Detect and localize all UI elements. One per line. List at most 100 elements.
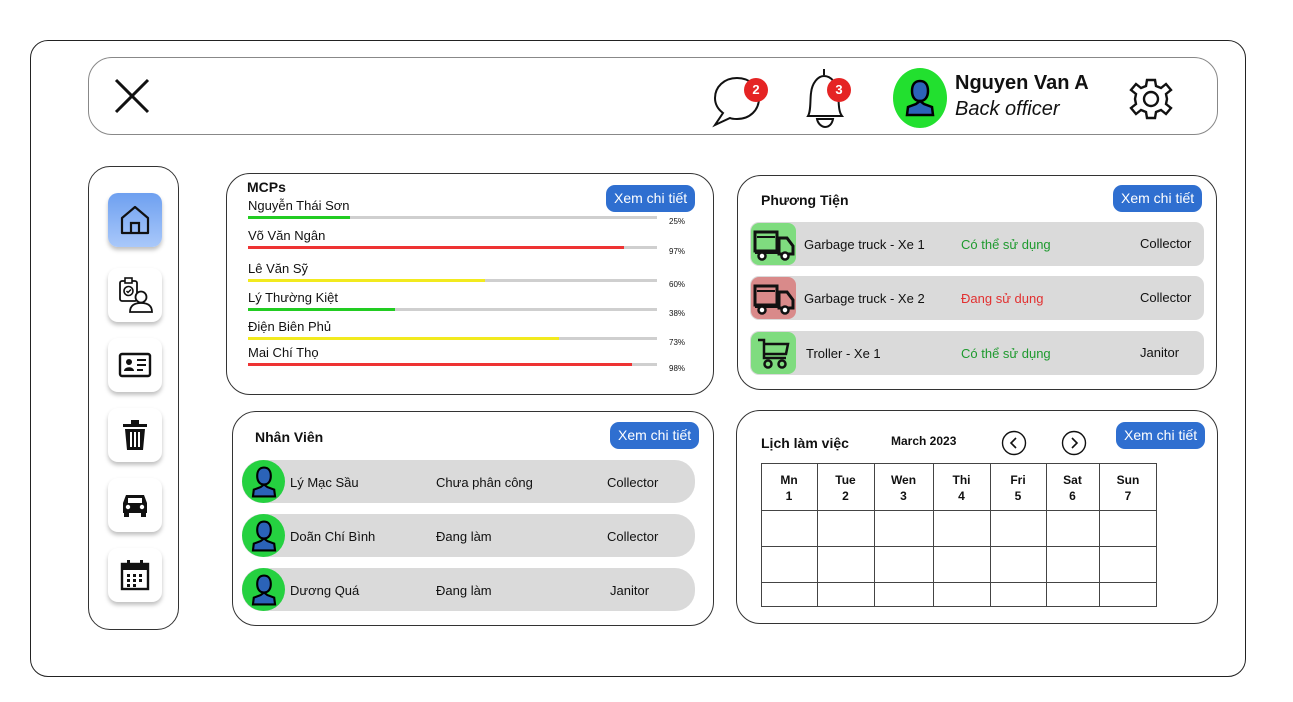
sidebar-item-task-assign[interactable] bbox=[108, 268, 162, 322]
mcp-progress-fill bbox=[248, 216, 351, 219]
mcp-percent: 73% bbox=[669, 338, 686, 347]
employee-avatar bbox=[242, 568, 285, 611]
schedule-detail-button[interactable]: Xem chi tiết bbox=[1116, 422, 1206, 449]
calendar-cell[interactable] bbox=[762, 583, 816, 606]
notifications-badge: 3 bbox=[827, 78, 851, 102]
calendar-cell[interactable] bbox=[934, 547, 989, 581]
mcp-name: Lý Thường Kiệt bbox=[248, 290, 338, 305]
sidebar-item-home[interactable] bbox=[108, 193, 162, 247]
calendar-cell[interactable] bbox=[1100, 583, 1156, 606]
calendar-icon bbox=[120, 560, 150, 591]
mcp-progress-track bbox=[248, 216, 657, 219]
calendar-cell[interactable] bbox=[818, 583, 873, 606]
vehicle-status: Có thể sử dụng bbox=[961, 237, 1051, 252]
mcp-progress-fill bbox=[248, 363, 633, 366]
vehicle-icon-box bbox=[751, 332, 796, 374]
calendar-cell[interactable] bbox=[762, 511, 816, 545]
calendar-cell[interactable] bbox=[934, 583, 989, 606]
user-icon bbox=[905, 79, 935, 117]
notifications-button[interactable]: 3 bbox=[798, 66, 854, 130]
sidebar-item-vehicles[interactable] bbox=[108, 478, 162, 532]
prev-month-button[interactable] bbox=[1001, 430, 1027, 456]
sidebar-item-employees[interactable] bbox=[108, 338, 162, 392]
mcp-percent: 98% bbox=[669, 364, 686, 373]
day-name: Sun bbox=[1116, 473, 1140, 487]
clipboard-user-icon bbox=[119, 277, 153, 313]
day-number: 6 bbox=[1069, 489, 1076, 503]
day-name: Thi bbox=[952, 473, 971, 487]
calendar-cell[interactable] bbox=[875, 547, 932, 581]
employee-name: Doãn Chí Bình bbox=[290, 529, 376, 544]
calendar-cell[interactable] bbox=[818, 547, 873, 581]
trash-icon bbox=[123, 420, 147, 450]
sidebar-item-trash[interactable] bbox=[108, 408, 162, 462]
calendar-day-header: Sat 6 bbox=[1046, 472, 1099, 504]
vehicle-name: Troller - Xe 1 bbox=[806, 346, 881, 361]
messages-button[interactable]: 2 bbox=[710, 72, 770, 128]
mcp-progress-track bbox=[248, 363, 657, 366]
employee-name: Dương Quá bbox=[290, 583, 360, 598]
calendar-cell[interactable] bbox=[1047, 511, 1098, 545]
user-icon bbox=[250, 573, 278, 607]
mcps-detail-button[interactable]: Xem chi tiết bbox=[606, 185, 696, 212]
mcp-progress-track bbox=[248, 337, 657, 340]
cart-icon bbox=[756, 336, 792, 370]
employees-detail-button[interactable]: Xem chi tiết bbox=[610, 422, 700, 449]
calendar-cell[interactable] bbox=[1047, 547, 1098, 581]
calendar-day-header: Mn 1 bbox=[761, 472, 817, 504]
vehicle-name: Garbage truck - Xe 2 bbox=[804, 291, 925, 306]
calendar-cell[interactable] bbox=[991, 583, 1045, 606]
day-number: 3 bbox=[900, 489, 907, 503]
truck-icon bbox=[753, 227, 795, 261]
sidebar-item-calendar[interactable] bbox=[108, 548, 162, 602]
calendar-day-header: Sun 7 bbox=[1099, 472, 1157, 504]
schedule-month: March 2023 bbox=[891, 434, 957, 448]
calendar-cell[interactable] bbox=[991, 511, 1045, 545]
vehicle-role: Collector bbox=[1140, 290, 1192, 305]
car-icon bbox=[123, 495, 147, 517]
sidebar bbox=[88, 166, 179, 630]
calendar-cell[interactable] bbox=[934, 511, 989, 545]
day-name: Mn bbox=[780, 473, 798, 487]
messages-badge: 2 bbox=[744, 78, 768, 102]
day-number: 7 bbox=[1124, 489, 1132, 503]
day-number: 1 bbox=[785, 489, 793, 503]
calendar-cell[interactable] bbox=[875, 583, 932, 606]
employee-status: Chưa phân công bbox=[436, 475, 533, 490]
chevron-right-icon bbox=[1061, 430, 1087, 456]
mcp-name: Lê Văn Sỹ bbox=[248, 261, 308, 276]
day-name: Sat bbox=[1063, 473, 1082, 487]
vehicles-detail-button[interactable]: Xem chi tiết bbox=[1113, 185, 1203, 212]
mcp-percent: 60% bbox=[669, 280, 686, 289]
employee-status: Đang làm bbox=[436, 583, 492, 598]
user-name: Nguyen Van A bbox=[955, 72, 1089, 94]
day-number: 4 bbox=[958, 489, 965, 503]
next-month-button[interactable] bbox=[1061, 430, 1087, 456]
vehicle-role: Collector bbox=[1140, 236, 1192, 251]
calendar-cell[interactable] bbox=[875, 511, 932, 545]
day-number: 5 bbox=[1014, 489, 1022, 503]
settings-icon[interactable] bbox=[1128, 76, 1174, 122]
id-card-icon bbox=[118, 352, 152, 378]
calendar-cell[interactable] bbox=[1047, 583, 1098, 606]
calendar-day-header: Wen 3 bbox=[874, 472, 933, 504]
mcp-progress-fill bbox=[248, 279, 486, 282]
mcp-percent: 25% bbox=[669, 217, 686, 226]
calendar-cell[interactable] bbox=[1100, 547, 1156, 581]
calendar-cell[interactable] bbox=[991, 547, 1045, 581]
employee-avatar bbox=[242, 460, 285, 503]
employee-status: Đang làm bbox=[436, 529, 492, 544]
calendar-cell[interactable] bbox=[818, 511, 873, 545]
mcp-progress-track bbox=[248, 308, 657, 311]
close-icon[interactable] bbox=[113, 77, 151, 115]
user-avatar[interactable] bbox=[893, 68, 947, 128]
employee-role: Collector bbox=[607, 529, 659, 544]
day-number: 2 bbox=[842, 489, 849, 503]
mcp-progress-fill bbox=[248, 308, 396, 311]
employee-avatar bbox=[242, 514, 285, 557]
calendar-day-header: Fri 5 bbox=[990, 472, 1046, 504]
calendar-cell[interactable] bbox=[1100, 511, 1156, 545]
calendar-cell[interactable] bbox=[762, 547, 816, 581]
mcp-name: Võ Văn Ngân bbox=[248, 228, 326, 243]
vehicles-title: Phương Tiện bbox=[761, 192, 849, 208]
